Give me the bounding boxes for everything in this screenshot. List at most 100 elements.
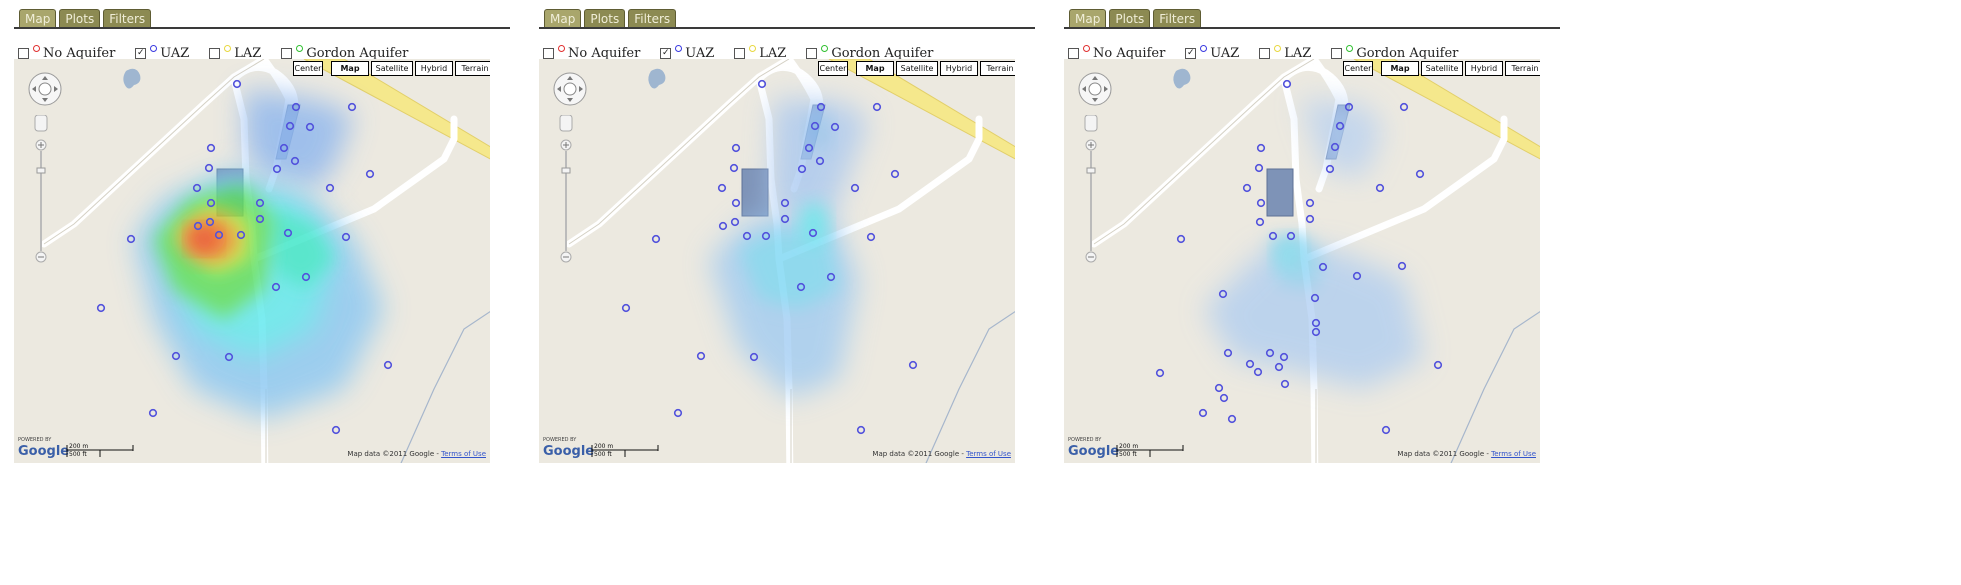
well-site-marker[interactable]: [1198, 408, 1208, 418]
well-site-marker[interactable]: [1415, 169, 1425, 179]
well-site-marker[interactable]: [1256, 198, 1266, 208]
center-button[interactable]: Center: [818, 61, 848, 76]
well-site-marker[interactable]: [1375, 183, 1385, 193]
well-site-marker[interactable]: [856, 425, 866, 435]
well-site-marker[interactable]: [1223, 348, 1233, 358]
map-type-terrain[interactable]: Terrain: [455, 61, 490, 76]
well-site-marker[interactable]: [126, 234, 136, 244]
well-site-marker[interactable]: [204, 163, 214, 173]
map-type-terrain[interactable]: Terrain: [980, 61, 1015, 76]
well-site-marker[interactable]: [731, 143, 741, 153]
map-type-map[interactable]: Map: [1381, 61, 1419, 76]
tab-map[interactable]: Map: [19, 9, 57, 29]
tab-filters[interactable]: Filters: [1153, 9, 1202, 29]
aquifer-checkbox-no-aquifer[interactable]: [1068, 48, 1079, 59]
well-site-marker[interactable]: [850, 183, 860, 193]
tab-filters[interactable]: Filters: [628, 9, 677, 29]
center-button[interactable]: Center: [1343, 61, 1373, 76]
map-type-map[interactable]: Map: [856, 61, 894, 76]
map-canvas[interactable]: Center Map Satellite Hybrid Terrain POWERED …: [14, 59, 490, 463]
well-site-marker[interactable]: [872, 102, 882, 112]
well-site-marker[interactable]: [621, 303, 631, 313]
well-site-marker[interactable]: [866, 232, 876, 242]
well-site-marker[interactable]: [1227, 414, 1237, 424]
well-site-marker[interactable]: [1399, 102, 1409, 112]
well-site-marker[interactable]: [1305, 198, 1315, 208]
terms-of-use-link[interactable]: Terms of Use: [966, 450, 1011, 458]
well-site-marker[interactable]: [1253, 367, 1263, 377]
well-site-marker[interactable]: [1214, 383, 1224, 393]
well-site-marker[interactable]: [1433, 360, 1443, 370]
google-logo[interactable]: POWERED BY Google: [543, 437, 594, 459]
tab-map[interactable]: Map: [544, 9, 582, 29]
map-type-terrain[interactable]: Terrain: [1505, 61, 1540, 76]
well-site-marker[interactable]: [890, 169, 900, 179]
aquifer-checkbox-uaz[interactable]: ✓: [660, 48, 672, 59]
well-site-marker[interactable]: [729, 163, 739, 173]
zoom-control[interactable]: [559, 115, 573, 267]
map-type-satellite[interactable]: Satellite: [896, 61, 938, 76]
center-button[interactable]: Center: [293, 61, 323, 76]
pan-control[interactable]: [27, 71, 63, 107]
aquifer-checkbox-uaz[interactable]: ✓: [1185, 48, 1197, 59]
aquifer-checkbox-laz[interactable]: [1259, 48, 1271, 59]
streetview-pegman-icon[interactable]: [34, 115, 48, 132]
zoom-control[interactable]: [1084, 115, 1098, 267]
tab-filters[interactable]: Filters: [103, 9, 152, 29]
aquifer-checkbox-uaz[interactable]: ✓: [135, 48, 147, 59]
well-site-marker[interactable]: [673, 408, 683, 418]
aquifer-checkbox-no-aquifer[interactable]: [18, 48, 29, 59]
zoom-control[interactable]: [34, 115, 48, 267]
map-type-satellite[interactable]: Satellite: [1421, 61, 1463, 76]
aquifer-checkbox-laz[interactable]: [734, 48, 746, 59]
well-site-marker[interactable]: [96, 303, 106, 313]
streetview-pegman-icon[interactable]: [559, 115, 573, 132]
well-site-marker[interactable]: [908, 360, 918, 370]
well-site-marker[interactable]: [730, 217, 740, 227]
well-site-marker[interactable]: [1155, 368, 1165, 378]
pan-arrows-icon[interactable]: [27, 71, 63, 107]
google-logo[interactable]: POWERED BY Google: [1068, 437, 1119, 459]
tab-plots[interactable]: Plots: [584, 9, 626, 29]
well-site-marker[interactable]: [325, 183, 335, 193]
zoom-slider-handle[interactable]: [1086, 167, 1096, 174]
well-site-marker[interactable]: [651, 234, 661, 244]
well-site-marker[interactable]: [1176, 234, 1186, 244]
pan-arrows-icon[interactable]: [552, 71, 588, 107]
well-site-marker[interactable]: [717, 183, 727, 193]
map-type-hybrid[interactable]: Hybrid: [415, 61, 453, 76]
streetview-pegman-icon[interactable]: [1084, 115, 1098, 132]
well-site-marker[interactable]: [1268, 231, 1278, 241]
well-site-marker[interactable]: [1305, 214, 1315, 224]
aquifer-checkbox-laz[interactable]: [209, 48, 221, 59]
terms-of-use-link[interactable]: Terms of Use: [1491, 450, 1536, 458]
aquifer-checkbox-gordon-aquifer[interactable]: [281, 48, 293, 59]
well-site-marker[interactable]: [1254, 163, 1264, 173]
map-canvas[interactable]: Center Map Satellite Hybrid Terrain POWERED …: [539, 59, 1015, 463]
pan-control[interactable]: [1077, 71, 1113, 107]
well-site-marker[interactable]: [383, 360, 393, 370]
well-site-marker[interactable]: [365, 169, 375, 179]
pan-control[interactable]: [552, 71, 588, 107]
well-site-marker[interactable]: [1381, 425, 1391, 435]
aquifer-checkbox-no-aquifer[interactable]: [543, 48, 554, 59]
tab-plots[interactable]: Plots: [1109, 9, 1151, 29]
tab-map[interactable]: Map: [1069, 9, 1107, 29]
well-site-marker[interactable]: [696, 351, 706, 361]
zoom-slider-handle[interactable]: [36, 167, 46, 174]
zoom-slider-handle[interactable]: [561, 167, 571, 174]
well-site-marker[interactable]: [1242, 183, 1252, 193]
well-site-marker[interactable]: [206, 143, 216, 153]
google-logo[interactable]: POWERED BY Google: [18, 437, 69, 459]
pan-arrows-icon[interactable]: [1077, 71, 1113, 107]
well-site-marker[interactable]: [731, 198, 741, 208]
well-site-marker[interactable]: [1219, 393, 1229, 403]
map-type-hybrid[interactable]: Hybrid: [1465, 61, 1503, 76]
map-canvas[interactable]: Center Map Satellite Hybrid Terrain POWERED …: [1064, 59, 1540, 463]
map-type-satellite[interactable]: Satellite: [371, 61, 413, 76]
aquifer-checkbox-gordon-aquifer[interactable]: [1331, 48, 1343, 59]
well-site-marker[interactable]: [331, 425, 341, 435]
well-site-marker[interactable]: [347, 102, 357, 112]
well-site-marker[interactable]: [1256, 143, 1266, 153]
well-site-marker[interactable]: [1280, 379, 1290, 389]
